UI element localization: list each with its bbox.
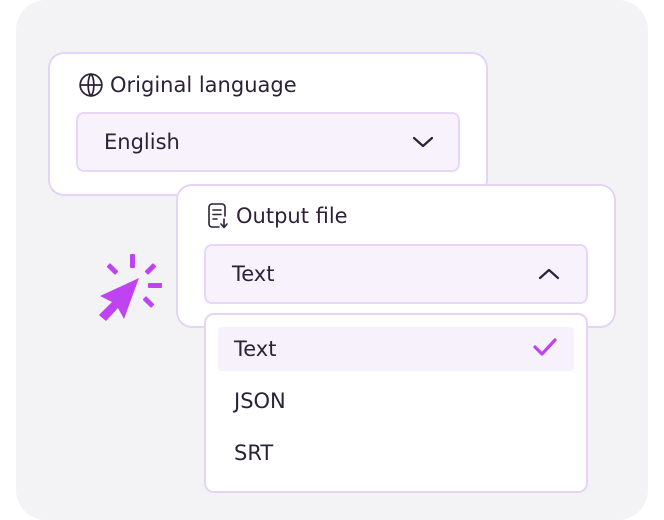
document-download-icon [206,202,230,230]
original-language-title: Original language [110,73,297,97]
option-label: JSON [234,389,286,413]
language-select-value: English [104,130,180,154]
check-icon [532,337,558,362]
output-file-select[interactable]: Text [204,244,588,304]
output-file-dropdown: Text JSON SRT [204,313,588,493]
output-file-header: Output file [206,201,348,231]
original-language-header: Original language [78,70,297,100]
option-label: SRT [234,441,274,465]
language-select[interactable]: English [76,112,460,172]
option-text[interactable]: Text [218,327,574,371]
output-file-select-value: Text [232,262,275,286]
output-file-title: Output file [236,204,348,228]
original-language-card: Original language English [48,52,488,196]
globe-icon [78,72,104,98]
chevron-up-icon [538,262,560,286]
chevron-down-icon [412,130,434,154]
option-label: Text [234,337,277,361]
output-file-card: Output file Text [176,184,616,328]
option-srt[interactable]: SRT [218,431,574,475]
option-json[interactable]: JSON [218,379,574,423]
click-cursor-icon [96,254,166,328]
